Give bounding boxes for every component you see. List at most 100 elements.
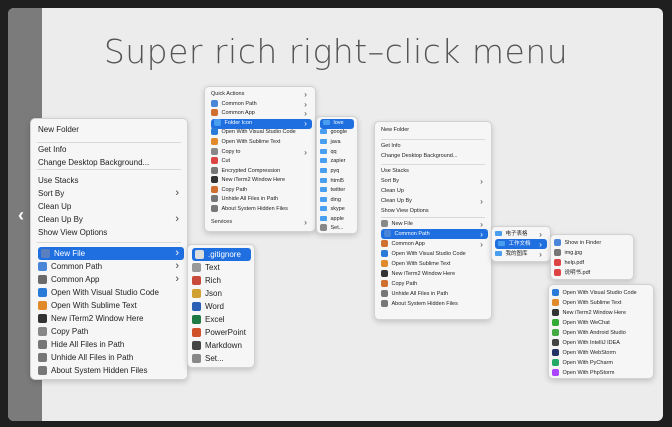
sub-b-item-set[interactable]: Set...: [320, 224, 354, 234]
sub-a-item-markdown[interactable]: Markdown: [192, 339, 251, 352]
sub-a-item-excel[interactable]: Excel: [192, 313, 251, 326]
sub-c3-item-open-with-android-studio[interactable]: Open With Android Studio: [552, 328, 650, 338]
menu-b-item-unhide-all-files-in-path[interactable]: Unhide All Files in Path: [211, 195, 312, 205]
sub-a-item-json[interactable]: Json: [192, 287, 251, 300]
chevron-right-icon: ›: [539, 249, 542, 259]
menu-c-item-copy-path[interactable]: Copy Path: [381, 279, 488, 289]
sub-a-item-rich[interactable]: Rich: [192, 274, 251, 287]
menu-a-item-hide-all-files-in-path[interactable]: Hide All Files in Path: [38, 338, 184, 351]
sub-b-item-pyq[interactable]: pyq: [320, 167, 354, 177]
menu-c-item-about-system-hidden-files[interactable]: About System Hidden Files: [381, 299, 488, 309]
menu-c-item-sort-by[interactable]: Sort By ›: [381, 176, 488, 186]
menu-a-item-open-with-visual-studio-code[interactable]: Open With Visual Studio Code: [38, 286, 184, 299]
menu-b-item-about-system-hidden-files[interactable]: About System Hidden Files: [211, 205, 312, 215]
sub-a-item-word[interactable]: Word: [192, 300, 251, 313]
context-menu-folder: Quick Actions › Common Path › Common App › Fol…: [204, 86, 316, 232]
sub-a-item-set[interactable]: Set...: [192, 352, 251, 365]
sub-c3-item-open-with-pycharm[interactable]: Open With PyCharm: [552, 358, 650, 368]
menu-a-item-unhide-all-files-in-path[interactable]: Unhide All Files in Path: [38, 351, 184, 364]
sub-c2-item-pdf-3[interactable]: 说明书.pdf: [554, 268, 630, 278]
menu-item-label: 工作文档: [508, 241, 531, 247]
sub-c3-item-new-iterm2-window-here[interactable]: New iTerm2 Window Here: [552, 308, 650, 318]
chevron-left-icon[interactable]: ‹: [18, 206, 24, 224]
sub-a-item-text[interactable]: Text: [192, 261, 251, 274]
sub-b-item-twitter[interactable]: twitter: [320, 186, 354, 196]
menu-c-item-get-info[interactable]: Get Info: [381, 141, 488, 151]
menu-a-item-clean-up[interactable]: Clean Up: [38, 200, 184, 213]
sub-c2-item-help-pdf[interactable]: help.pdf: [554, 258, 630, 268]
new-file-submenu: .gitignore Text Rich Json Word Excel PowerPoin…: [187, 244, 255, 368]
menu-c-item-use-stacks[interactable]: Use Stacks: [381, 166, 488, 176]
menu-c-item-common-app[interactable]: Common App ›: [381, 239, 488, 249]
menu-a-item-sort-by[interactable]: Sort By ›: [38, 187, 184, 200]
menu-a-item-change-desktop-background[interactable]: Change Desktop Background...: [38, 156, 184, 169]
menu-b-item-cut[interactable]: Cut: [211, 157, 312, 167]
sub-c2-item-img-jpg[interactable]: img.jpg: [554, 248, 630, 258]
sub-b-item-google[interactable]: google: [320, 128, 354, 138]
menu-c-item-clean-up[interactable]: Clean Up: [381, 186, 488, 196]
common-app-icon: [381, 240, 388, 247]
copy-to-icon: [211, 148, 218, 155]
sub-b-item-skype[interactable]: skype: [320, 205, 354, 215]
sub-c3-item-open-with-visual-studio-code[interactable]: Open With Visual Studio Code: [552, 288, 650, 298]
about-system-hidden-files-icon: [38, 366, 47, 376]
sub-c2-item-show-in-finder[interactable]: Show in Finder: [554, 238, 630, 248]
menu-b-item-new-iterm2-window-here[interactable]: New iTerm2 Window Here: [211, 176, 312, 186]
menu-b-item-open-with-visual-studio-code[interactable]: Open With Visual Studio Code: [211, 128, 312, 138]
new-file-icon: [41, 249, 50, 259]
set-icon: [320, 224, 327, 231]
menu-c-item-new-file[interactable]: New File ›: [381, 219, 488, 229]
sub-c3-item-open-with-intellij-idea[interactable]: Open With IntelliJ IDEA: [552, 338, 650, 348]
pdf-icon: [554, 269, 561, 276]
menu-item-label: Open With Sublime Text: [51, 301, 137, 310]
menu-c-item-new-iterm2-window-here[interactable]: New iTerm2 Window Here: [381, 269, 488, 279]
folder-icon: [498, 241, 505, 246]
menu-item-label: 我的图库: [505, 251, 528, 257]
menu-a-item-copy-path[interactable]: Copy Path: [38, 325, 184, 338]
menu-item-label: 说明书.pdf: [564, 270, 591, 276]
sub-c-item-item-0[interactable]: 电子表格 ›: [495, 229, 547, 239]
sub-b-item-java[interactable]: java: [320, 138, 354, 148]
menu-a-item-new-iterm2-window-here[interactable]: New iTerm2 Window Here: [38, 312, 184, 325]
menu-c-item-show-view-options[interactable]: Show View Options: [381, 206, 488, 216]
menu-b-item-open-with-sublime-text[interactable]: Open With Sublime Text: [211, 138, 312, 148]
menu-c-item-clean-up-by[interactable]: Clean Up By ›: [381, 196, 488, 206]
sub-c3-item-open-with-wechat[interactable]: Open With WeChat: [552, 318, 650, 328]
sub-c-item-item-2[interactable]: 我的图库 ›: [495, 249, 547, 259]
folder-icon-icon: [214, 119, 221, 126]
menu-a-item-new-file[interactable]: New File ›: [38, 247, 184, 260]
menu-b-item-common-app[interactable]: Common App ›: [211, 108, 312, 119]
menu-a-item-use-stacks[interactable]: Use Stacks: [38, 174, 184, 187]
menu-a-item-about-system-hidden-files[interactable]: About System Hidden Files: [38, 364, 184, 377]
menu-item-label: Encrypted Compression: [221, 168, 281, 174]
menu-b-item-quick-actions[interactable]: Quick Actions ›: [211, 89, 312, 100]
menu-item-label: java: [330, 139, 341, 145]
menu-item-label: About System Hidden Files: [51, 366, 148, 375]
menu-c-item-common-path[interactable]: Common Path ›: [381, 229, 488, 239]
menu-separator: [381, 217, 485, 218]
menu-a-item-open-with-sublime-text[interactable]: Open With Sublime Text: [38, 299, 184, 312]
menu-c-item-unhide-all-files-in-path[interactable]: Unhide All Files in Path: [381, 289, 488, 299]
sub-a-item-powerpoint[interactable]: PowerPoint: [192, 326, 251, 339]
menu-b-item-services[interactable]: Services ›: [211, 217, 312, 228]
menu-c-item-new-folder[interactable]: New Folder: [381, 125, 488, 135]
powerpoint-icon: [192, 328, 201, 338]
menu-item-label: Open With Sublime Text: [391, 261, 451, 267]
sub-c-item-item-1[interactable]: 工作文档 ›: [495, 239, 547, 249]
sub-c3-item-open-with-sublime-text[interactable]: Open With Sublime Text: [552, 298, 650, 308]
menu-item-label: Show View Options: [38, 228, 108, 237]
menu-a-item-common-path[interactable]: Common Path ›: [38, 260, 184, 273]
menu-a-item-get-info[interactable]: Get Info: [38, 143, 184, 156]
sub-a-item-gitignore[interactable]: .gitignore: [192, 248, 251, 261]
menu-a-item-clean-up-by[interactable]: Clean Up By ›: [38, 213, 184, 226]
sub-b-item-zapier[interactable]: zapier: [320, 157, 354, 167]
menu-c-item-change-desktop-background[interactable]: Change Desktop Background...: [381, 151, 488, 161]
menu-a-item-show-view-options[interactable]: Show View Options: [38, 226, 184, 239]
sub-c3-item-open-with-phpstorm[interactable]: Open With PhpStorm: [552, 368, 650, 378]
menu-a-item-common-app[interactable]: Common App ›: [38, 273, 184, 286]
menu-a-item-new-folder[interactable]: New Folder: [38, 123, 184, 136]
menu-c-item-open-with-sublime-text[interactable]: Open With Sublime Text: [381, 259, 488, 269]
menu-c-item-open-with-visual-studio-code[interactable]: Open With Visual Studio Code: [381, 249, 488, 259]
sub-c3-item-open-with-webstorm[interactable]: Open With WebStorm: [552, 348, 650, 358]
menu-item-label: Change Desktop Background...: [38, 158, 150, 167]
